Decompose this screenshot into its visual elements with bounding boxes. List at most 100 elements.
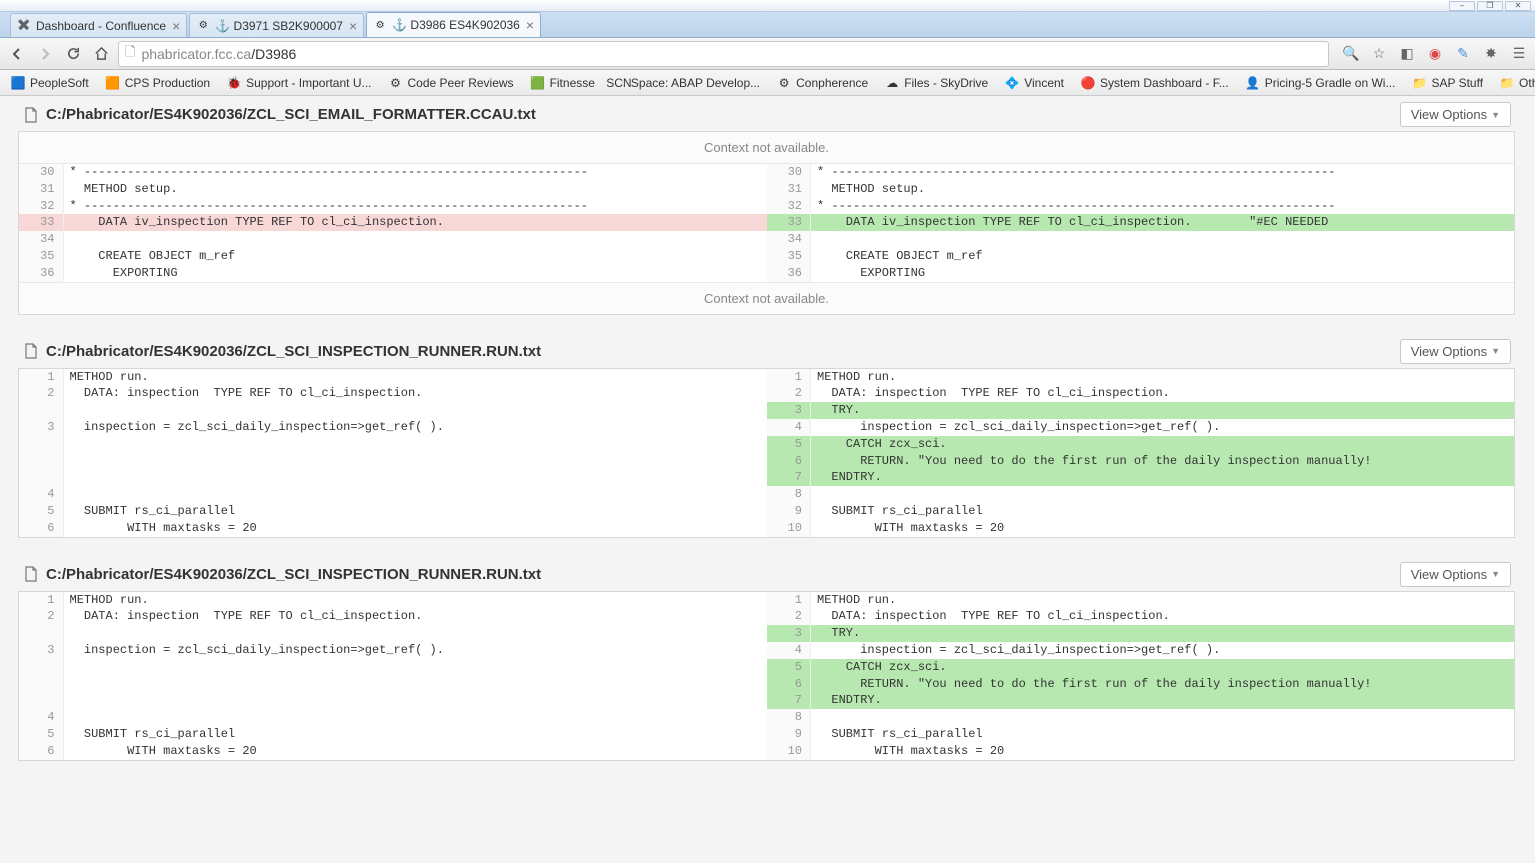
context-not-available[interactable]: Context not available. [19,282,1514,314]
line-number-right[interactable]: 3 [767,625,811,642]
tab-close-icon[interactable]: × [349,18,357,34]
line-number-right[interactable]: 6 [767,676,811,693]
line-number-left[interactable]: 6 [19,520,63,537]
line-number-right[interactable]: 2 [767,608,811,625]
line-number-left[interactable] [19,453,63,470]
line-number-left[interactable] [19,436,63,453]
line-number-right[interactable]: 5 [767,436,811,453]
line-number-right[interactable]: 7 [767,469,811,486]
line-number-left[interactable]: 2 [19,608,63,625]
line-number-left[interactable] [19,676,63,693]
line-number-left[interactable]: 34 [19,231,63,248]
line-number-right[interactable]: 35 [767,248,811,265]
diff-row: 6 WITH maxtasks = 2010 WITH maxtasks = 2… [19,520,1514,537]
bookmark-9[interactable]: 🔴System Dashboard - F... [1074,73,1235,93]
tab-close-icon[interactable]: × [526,17,534,33]
bookmark-0[interactable]: 🟦PeopleSoft [4,73,95,93]
line-number-right[interactable]: 1 [767,369,811,386]
bookmark-6[interactable]: ⚙Conpherence [770,73,874,93]
window-maximize[interactable]: ❐ [1477,1,1503,11]
line-number-left[interactable] [19,402,63,419]
bookmark-11[interactable]: 📁SAP Stuff [1405,73,1489,93]
bookmark-2[interactable]: 🐞Support - Important U... [220,73,377,93]
view-options-button[interactable]: View Options ▼ [1400,102,1511,127]
browser-tab-0[interactable]: ✖️Dashboard - Confluence× [10,13,187,37]
back-button[interactable] [6,43,28,65]
line-number-left[interactable]: 35 [19,248,63,265]
line-number-right[interactable]: 31 [767,181,811,198]
bookmark-10[interactable]: 👤Pricing-5 Gradle on Wi... [1239,73,1402,93]
extension-icon-1[interactable]: ◧ [1397,44,1417,64]
home-button[interactable] [90,43,112,65]
view-options-button[interactable]: View Options ▼ [1400,339,1511,364]
window-minimize[interactable]: – [1449,1,1475,11]
line-number-left[interactable]: 3 [19,419,63,436]
reload-button[interactable] [62,43,84,65]
line-number-right[interactable]: 9 [767,726,811,743]
code-right: METHOD run. [811,369,1515,386]
bookmark-5[interactable]: SCNSpace: ABAP Develop... [605,73,766,93]
line-number-right[interactable]: 32 [767,198,811,215]
line-number-left[interactable]: 31 [19,181,63,198]
line-number-left[interactable]: 1 [19,369,63,386]
window-close[interactable]: ✕ [1505,1,1531,11]
page-info-icon[interactable]: 🗋 [125,43,135,65]
bookmark-8[interactable]: 💠Vincent [998,73,1070,93]
line-number-left[interactable]: 4 [19,709,63,726]
view-options-button[interactable]: View Options ▼ [1400,562,1511,587]
line-number-left[interactable]: 30 [19,164,63,181]
forward-button[interactable] [34,43,56,65]
line-number-left[interactable] [19,692,63,709]
line-number-right[interactable]: 8 [767,709,811,726]
line-number-right[interactable]: 9 [767,503,811,520]
line-number-right[interactable]: 1 [767,592,811,609]
line-number-left[interactable]: 32 [19,198,63,215]
line-number-right[interactable]: 33 [767,214,811,231]
line-number-right[interactable]: 34 [767,231,811,248]
zoom-icon[interactable]: 🔍 [1341,44,1361,64]
line-number-right[interactable]: 4 [767,419,811,436]
line-number-right[interactable]: 2 [767,385,811,402]
menu-icon[interactable]: ☰ [1509,44,1529,64]
line-number-right[interactable]: 30 [767,164,811,181]
line-number-left[interactable]: 6 [19,743,63,760]
extension-icon-4[interactable]: ✸ [1481,44,1501,64]
line-number-left[interactable]: 36 [19,265,63,282]
line-number-right[interactable]: 36 [767,265,811,282]
line-number-left[interactable] [19,469,63,486]
page-content[interactable]: C:/Phabricator/ES4K902036/ZCL_SCI_EMAIL_… [0,96,1535,863]
line-number-left[interactable] [19,659,63,676]
line-number-left[interactable]: 33 [19,214,63,231]
line-number-right[interactable]: 5 [767,659,811,676]
tab-strip: ✖️Dashboard - Confluence×⚙⚓ D3971 SB2K90… [0,12,1535,38]
extension-icon-2[interactable]: ◉ [1425,44,1445,64]
line-number-left[interactable]: 2 [19,385,63,402]
bookmark-1[interactable]: 🟧CPS Production [99,73,216,93]
bookmark-7[interactable]: ☁Files - SkyDrive [878,73,994,93]
browser-tab-2[interactable]: ⚙⚓ D3986 ES4K902036× [366,12,541,37]
line-number-left[interactable]: 3 [19,642,63,659]
bookmark-3[interactable]: ⚙Code Peer Reviews [382,73,520,93]
extension-icon-3[interactable]: ✎ [1453,44,1473,64]
bookmark-star-icon[interactable]: ☆ [1369,44,1389,64]
line-number-left[interactable]: 1 [19,592,63,609]
tab-close-icon[interactable]: × [172,18,180,34]
line-number-left[interactable]: 5 [19,503,63,520]
line-number-right[interactable]: 10 [767,743,811,760]
address-bar[interactable]: 🗋 phabricator.fcc.ca/D3986 [118,41,1329,67]
line-number-right[interactable]: 8 [767,486,811,503]
browser-tab-1[interactable]: ⚙⚓ D3971 SB2K900007× [189,13,364,37]
line-number-left[interactable] [19,625,63,642]
line-number-left[interactable]: 4 [19,486,63,503]
line-number-right[interactable]: 4 [767,642,811,659]
context-not-available[interactable]: Context not available. [19,132,1514,164]
other-bookmarks[interactable]: 📁Other bookmarks [1493,73,1535,93]
chevron-down-icon: ▼ [1491,110,1500,120]
line-number-left[interactable]: 5 [19,726,63,743]
bookmark-4[interactable]: 🟩Fitnesse [524,73,601,93]
line-number-right[interactable]: 10 [767,520,811,537]
file-header: C:/Phabricator/ES4K902036/ZCL_SCI_INSPEC… [18,333,1535,368]
line-number-right[interactable]: 7 [767,692,811,709]
line-number-right[interactable]: 3 [767,402,811,419]
line-number-right[interactable]: 6 [767,453,811,470]
